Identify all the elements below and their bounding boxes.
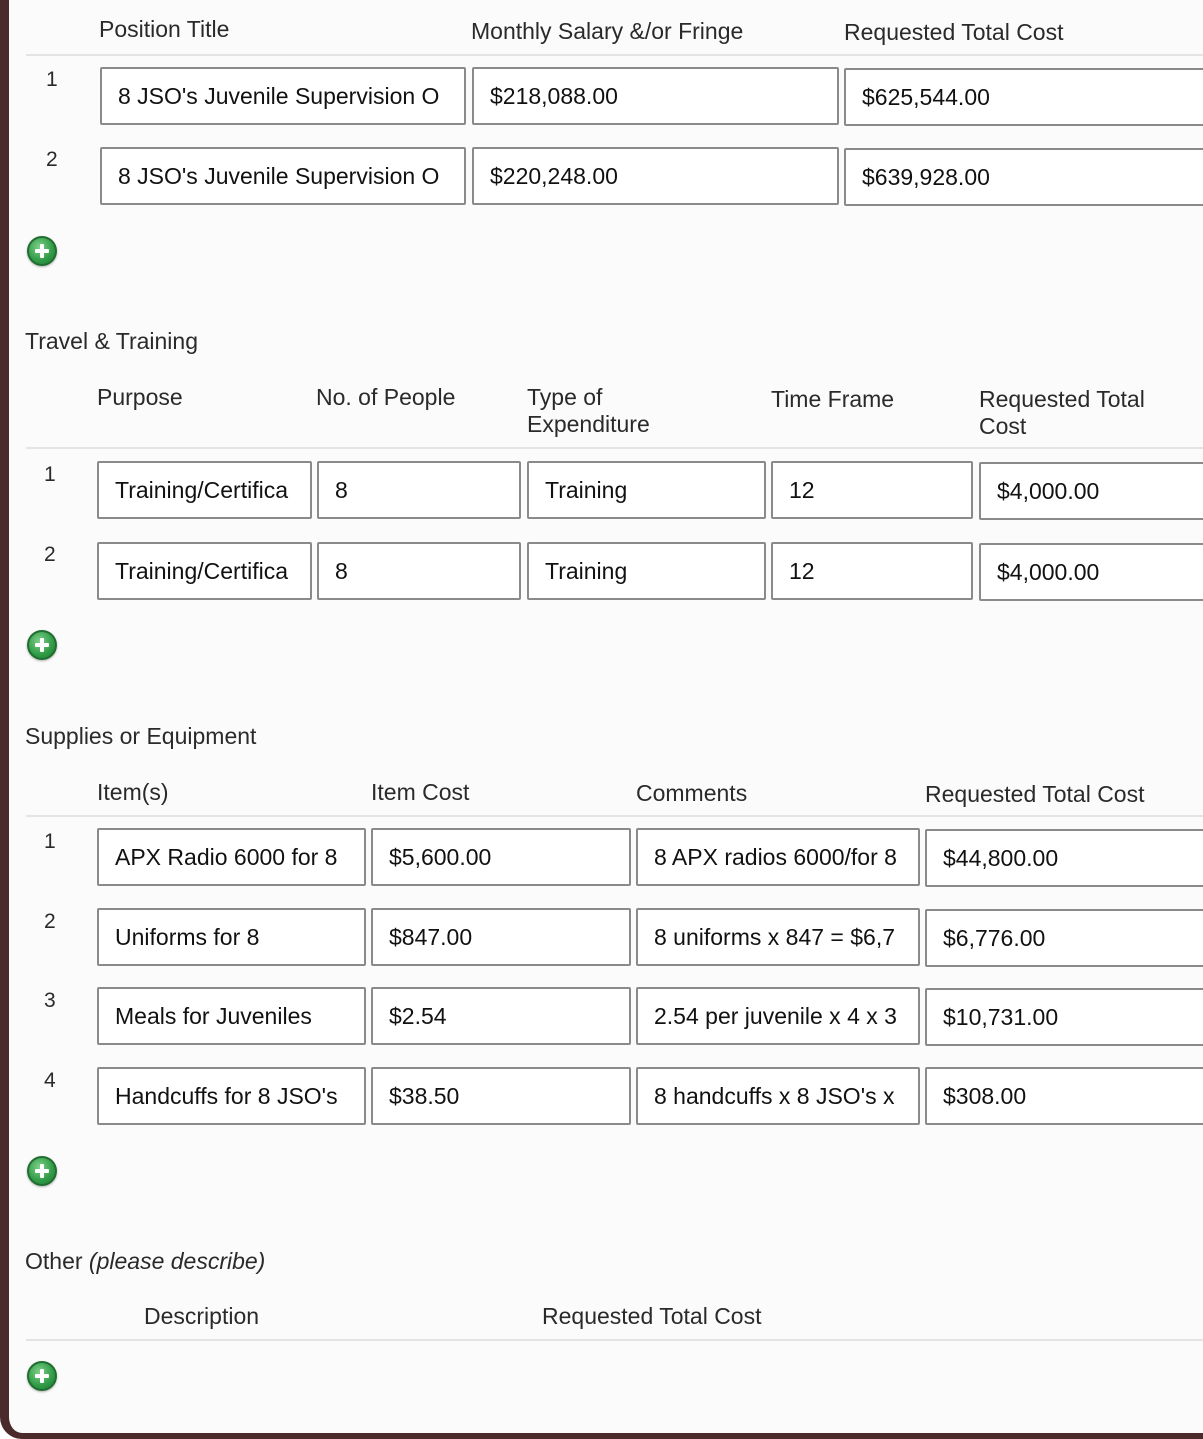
position-title-input[interactable]: 8 JSO's Juvenile Supervision O [100, 147, 466, 205]
item-cost-input[interactable]: $5,600.00 [371, 828, 631, 886]
position-title-input[interactable]: 8 JSO's Juvenile Supervision O [100, 67, 466, 125]
requested-total-cost-input[interactable]: $625,544.00 [844, 68, 1203, 126]
row-number: 1 [44, 463, 56, 486]
requested-total-cost-input[interactable]: $4,000.00 [979, 462, 1203, 520]
row-number: 1 [44, 830, 56, 853]
item-cost-input[interactable]: $2.54 [371, 987, 631, 1045]
row-number: 1 [46, 68, 58, 91]
requested-total-cost-input[interactable]: $6,776.00 [925, 909, 1203, 967]
add-row-icon[interactable] [27, 236, 57, 266]
row-number: 4 [44, 1069, 56, 1092]
item-cost-input[interactable]: $38.50 [371, 1067, 631, 1125]
item-input[interactable]: Uniforms for 8 [97, 908, 366, 966]
col-header-requested-total-line1: Requested Total [979, 386, 1145, 412]
time-frame-input[interactable]: 12 [771, 461, 973, 519]
col-header-requested-total-cost: Requested Total Cost [925, 781, 1145, 807]
col-header-comments: Comments [636, 780, 748, 806]
requested-total-cost-input[interactable]: $44,800.00 [925, 829, 1203, 887]
purpose-input[interactable]: Training/Certifica [97, 461, 312, 519]
col-header-type-of-expenditure-line1: Type of [527, 384, 603, 410]
item-input[interactable]: APX Radio 6000 for 8 [97, 828, 366, 886]
time-frame-input[interactable]: 12 [771, 542, 973, 600]
section-title-other-note: (please describe) [88, 1248, 266, 1274]
item-input[interactable]: Handcuffs for 8 JSO's [97, 1067, 366, 1125]
section-title-supplies-equipment: Supplies or Equipment [25, 723, 257, 749]
section-title-other-label: Other [25, 1248, 83, 1274]
row-number: 2 [44, 910, 56, 933]
type-of-expenditure-input[interactable]: Training [527, 542, 766, 600]
header-divider [26, 815, 1203, 817]
requested-total-cost-input[interactable]: $10,731.00 [925, 988, 1203, 1046]
item-input[interactable]: Meals for Juveniles [97, 987, 366, 1045]
add-row-icon[interactable] [27, 1156, 57, 1186]
col-header-requested-total-cost: Requested Total Cost [542, 1303, 762, 1329]
requested-total-cost-input[interactable]: $4,000.00 [979, 543, 1203, 601]
form-frame [0, 0, 1203, 1439]
comments-input[interactable]: 8 uniforms x 847 = $6,7 [636, 908, 920, 966]
col-header-requested-total-cost: Requested Total Cost [844, 19, 1064, 45]
col-header-position-title: Position Title [99, 16, 230, 42]
monthly-salary-input[interactable]: $218,088.00 [472, 67, 839, 125]
add-row-icon[interactable] [27, 630, 57, 660]
col-header-type-of-expenditure-line2: Expenditure [527, 411, 650, 437]
col-header-item-cost: Item Cost [371, 779, 470, 805]
item-cost-input[interactable]: $847.00 [371, 908, 631, 966]
row-number: 2 [46, 148, 58, 171]
purpose-input[interactable]: Training/Certifica [97, 542, 312, 600]
monthly-salary-input[interactable]: $220,248.00 [472, 147, 839, 205]
col-header-description: Description [144, 1303, 260, 1329]
header-divider [26, 1339, 1203, 1341]
comments-input[interactable]: 8 handcuffs x 8 JSO's x [636, 1067, 920, 1125]
row-number: 2 [44, 543, 56, 566]
type-of-expenditure-input[interactable]: Training [527, 461, 766, 519]
comments-input[interactable]: 2.54 per juvenile x 4 x 3 [636, 987, 920, 1045]
header-divider [26, 447, 1203, 449]
no-of-people-input[interactable]: 8 [317, 542, 521, 600]
requested-total-cost-input[interactable]: $308.00 [925, 1067, 1203, 1125]
col-header-time-frame: Time Frame [771, 386, 895, 412]
row-number: 3 [44, 989, 56, 1012]
requested-total-cost-input[interactable]: $639,928.00 [844, 148, 1203, 206]
comments-input[interactable]: 8 APX radios 6000/for 8 [636, 828, 920, 886]
col-header-no-of-people: No. of People [316, 384, 456, 410]
add-row-icon[interactable] [27, 1361, 57, 1391]
col-header-monthly-salary: Monthly Salary &/or Fringe [471, 18, 744, 44]
col-header-requested-total-line2: Cost [979, 413, 1027, 439]
section-title-travel-training: Travel & Training [25, 328, 198, 354]
section-title-other: Other (please describe) [25, 1248, 265, 1275]
col-header-items: Item(s) [97, 779, 169, 805]
no-of-people-input[interactable]: 8 [317, 461, 521, 519]
col-header-purpose: Purpose [97, 384, 183, 410]
header-divider [26, 54, 1203, 56]
